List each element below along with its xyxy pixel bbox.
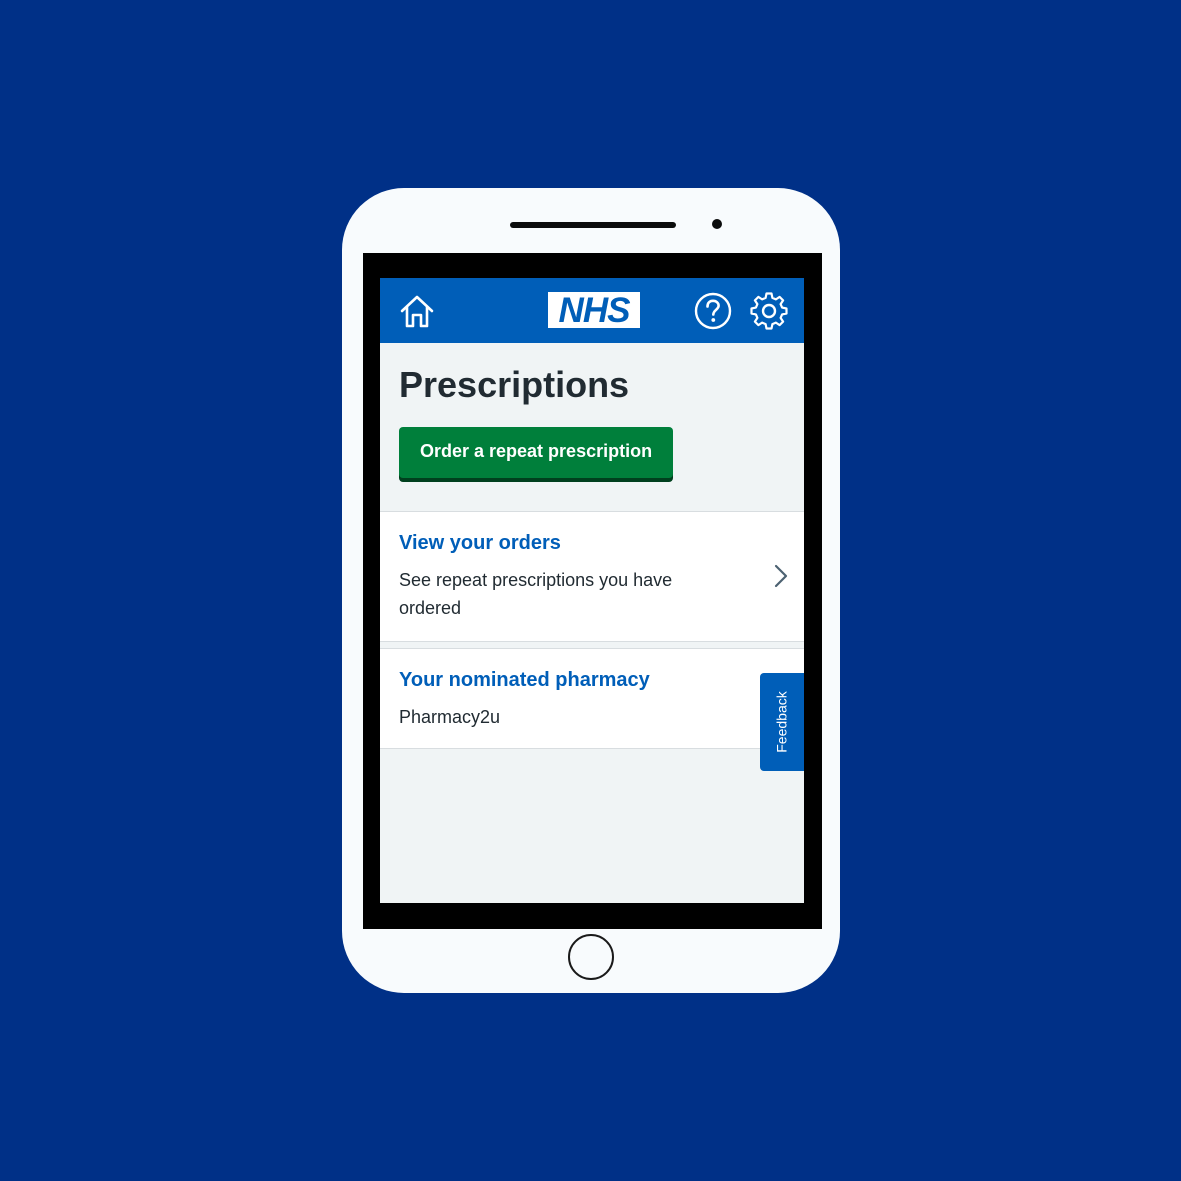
nominated-pharmacy-link[interactable]: Your nominated pharmacy (399, 667, 785, 693)
chevron-right-icon (774, 564, 788, 588)
phone-screen-bezel: NHS Prescriptions Order a repeat prescri… (363, 253, 822, 929)
nominated-pharmacy-name: Pharmacy2u (399, 707, 501, 727)
nhs-logo-text: NHS (558, 290, 631, 330)
nhs-logo[interactable]: NHS (548, 292, 640, 328)
phone-frame: NHS Prescriptions Order a repeat prescri… (342, 188, 840, 993)
nominated-pharmacy-card[interactable]: Your nominated pharmacy Pharmacy2u (380, 648, 804, 749)
help-icon (694, 292, 732, 330)
app-screen: NHS Prescriptions Order a repeat prescri… (380, 278, 804, 903)
gear-icon (750, 292, 788, 330)
title-section: Prescriptions Order a repeat prescriptio… (380, 343, 804, 478)
feedback-label: Feedback (774, 691, 791, 753)
order-repeat-prescription-button[interactable]: Order a repeat prescription (399, 427, 674, 478)
view-orders-description: See repeat prescriptions you have ordere… (399, 570, 673, 618)
settings-button[interactable] (750, 292, 788, 330)
help-button[interactable] (694, 292, 732, 330)
view-orders-card[interactable]: View your orders See repeat prescription… (380, 511, 804, 642)
feedback-tab[interactable]: Feedback (760, 673, 804, 771)
home-button[interactable] (398, 292, 436, 330)
phone-camera (712, 219, 722, 229)
view-orders-link[interactable]: View your orders (399, 530, 785, 556)
app-header: NHS (380, 278, 804, 343)
page-title: Prescriptions (399, 364, 630, 405)
phone-home-button (568, 934, 614, 980)
home-icon (400, 295, 434, 328)
phone-speaker (510, 222, 676, 228)
